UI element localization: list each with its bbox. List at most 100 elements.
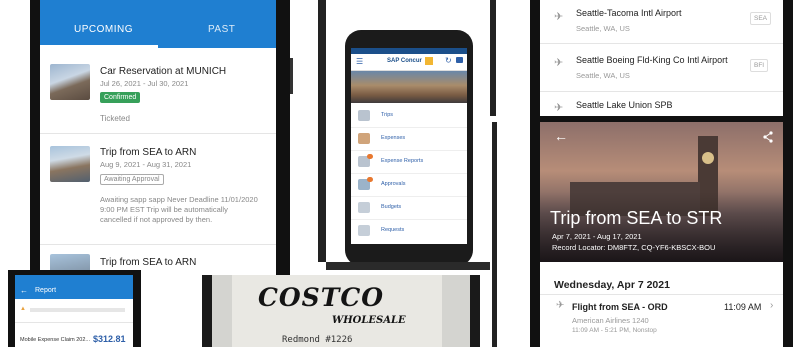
status-badge-confirmed: Confirmed — [100, 92, 141, 103]
trip-dates: Aug 9, 2021 - Aug 31, 2021 — [100, 160, 192, 169]
photo-shadow — [326, 262, 490, 270]
menu-label: Budgets — [381, 204, 402, 210]
trip-thumbnail — [50, 254, 90, 270]
trip-thumbnail-stockholm — [50, 146, 90, 182]
plane-icon: ✈ — [554, 11, 564, 23]
concur-header: ☰ SAP Concur ↻ — [351, 54, 467, 71]
phone-bezel-detail-left — [530, 0, 540, 347]
menu-item-budgets[interactable]: Budgets — [351, 197, 467, 219]
trips-icon — [358, 110, 370, 121]
flight-window: 11:09 AM - 5:21 PM, Nonstop — [572, 327, 657, 334]
airport-name: Seattle Lake Union SPB — [576, 100, 673, 110]
phone-frame-right — [470, 275, 480, 347]
brand-logo-icon — [425, 57, 433, 65]
trip-card-sea-arn[interactable]: Trip from SEA to ARN Aug 9, 2021 - Aug 3… — [40, 140, 276, 240]
chat-icon[interactable] — [456, 57, 463, 63]
divider — [540, 43, 783, 44]
menu-label: Expenses — [381, 135, 406, 141]
phone-bezel-report-left — [8, 270, 15, 347]
back-arrow-icon[interactable]: ← — [554, 128, 568, 144]
trips-tab-bar: UPCOMING PAST — [40, 0, 276, 48]
back-arrow-icon[interactable]: ← — [20, 286, 28, 295]
requests-icon — [358, 225, 370, 236]
record-locator: Record Locator: DM8FTZ, CQ-YF6-KBSCX-BOU — [552, 243, 716, 252]
plane-icon: ✈ — [554, 102, 564, 114]
store-location: Redmond #1226 — [282, 335, 353, 345]
menu-item-expense-reports[interactable]: Expense Reports — [351, 151, 467, 173]
itinerary-list: Wednesday, Apr 7 2021 ✈ Flight from SEA … — [540, 262, 783, 347]
divider — [40, 133, 276, 134]
airport-option-bfi[interactable]: ✈ Seattle Boeing Fld-King Co Intl Airpor… — [540, 46, 783, 86]
phone-bezel-trips-right — [276, 0, 290, 275]
notification-dot — [367, 154, 373, 159]
menu-label: Expense Reports — [381, 158, 424, 164]
airport-location: Seattle, WA, US — [576, 24, 630, 33]
divider — [540, 294, 783, 295]
day-heading: Wednesday, Apr 7 2021 — [554, 279, 670, 291]
trip-status: Ticketed — [100, 114, 130, 123]
airport-name: Seattle Boeing Fld-King Co Intl Airport — [576, 55, 728, 65]
trip-title: Trip from SEA to ARN — [100, 257, 197, 268]
airport-option-sea[interactable]: ✈ Seattle-Tacoma Intl Airport Seattle, W… — [540, 0, 783, 40]
menu-item-requests[interactable]: Requests — [351, 220, 467, 242]
trip-title: Trip from SEA to ARN — [100, 147, 197, 158]
flight-time: 11:09 AM — [724, 302, 762, 312]
report-screen: ← Report ▲ Mobile Expense Claim 202... $… — [15, 275, 133, 347]
refresh-icon[interactable]: ↻ — [445, 56, 452, 65]
airport-option-lake-union[interactable]: ✈ Seattle Lake Union SPB — [540, 94, 783, 116]
phone-bezel-report-right — [133, 270, 141, 347]
costco-receipt-photo: COSTCO WHOLESALE Redmond #1226 — [202, 275, 480, 347]
status-badge-awaiting: Awaiting Approval — [100, 174, 164, 185]
trip-card-munich[interactable]: Car Reservation at MUNICH Jul 26, 2021 -… — [40, 56, 276, 136]
report-amount: $312.81 — [93, 334, 126, 344]
tab-past[interactable]: PAST — [208, 24, 235, 35]
flight-title: Flight from SEA - ORD — [572, 302, 668, 312]
menu-item-expenses[interactable]: Expenses — [351, 128, 467, 150]
phone-side-button — [290, 58, 293, 94]
trip-card-sea-arn-2[interactable]: Trip from SEA to ARN — [40, 248, 276, 270]
costco-logo: COSTCO — [258, 283, 385, 312]
divider — [540, 91, 783, 92]
tab-upcoming[interactable]: UPCOMING — [74, 24, 133, 35]
app-brand: SAP Concur — [387, 58, 422, 64]
costco-logo-sub: WHOLESALE — [332, 315, 406, 326]
photo-frame-right-lower — [492, 122, 497, 347]
photo-frame-right — [490, 0, 496, 116]
airport-name: Seattle-Tacoma Intl Airport — [576, 8, 682, 18]
photo-frame-left — [318, 0, 326, 262]
report-title: Report — [35, 287, 57, 294]
phone-bezel-trips-left — [30, 0, 40, 275]
warning-bar — [30, 308, 125, 312]
budgets-icon — [358, 202, 370, 213]
trips-screen: UPCOMING PAST Car Reservation at MUNICH … — [40, 0, 276, 270]
menu-item-trips[interactable]: Trips — [351, 105, 467, 127]
airport-search-results: ✈ Seattle-Tacoma Intl Airport Seattle, W… — [540, 0, 783, 116]
airport-location: Seattle, WA, US — [576, 71, 630, 80]
active-tab-indicator — [40, 45, 158, 48]
menu-label: Approvals — [381, 181, 406, 187]
trip-dates: Jul 26, 2021 - Jul 30, 2021 — [100, 79, 189, 88]
warning-icon: ▲ — [20, 306, 26, 312]
chevron-right-icon: › — [770, 300, 774, 311]
menu-icon[interactable]: ☰ — [356, 57, 363, 66]
concur-home-screen: ☰ SAP Concur ↻ Trips Expenses Expense Re… — [351, 48, 467, 244]
notification-dot — [367, 177, 373, 182]
menu-label: Trips — [381, 112, 394, 118]
phone-bezel-detail-right — [783, 0, 793, 347]
report-claim-name[interactable]: Mobile Expense Claim 202... — [20, 337, 90, 343]
trip-detail-title: Trip from SEA to STR — [550, 208, 723, 228]
report-header: ← Report — [15, 275, 133, 299]
flight-segment[interactable]: ✈ Flight from SEA - ORD 11:09 AM › Ameri… — [540, 296, 783, 346]
menu-item-approvals[interactable]: Approvals — [351, 174, 467, 196]
flight-airline: American Airlines 1240 — [572, 316, 649, 325]
trip-title: Car Reservation at MUNICH — [100, 66, 227, 77]
divider — [40, 244, 276, 245]
plane-icon: ✈ — [556, 300, 565, 311]
plane-icon: ✈ — [554, 57, 564, 69]
trip-detail-dates: Apr 7, 2021 - Aug 17, 2021 — [552, 232, 642, 241]
menu-label: Requests — [381, 227, 405, 233]
airport-code: SEA — [750, 12, 772, 25]
trip-thumbnail-munich — [50, 64, 90, 100]
trip-approval-note: Awaiting sapp sapp Never Deadline 11/01/… — [100, 195, 258, 224]
share-icon[interactable] — [762, 131, 774, 143]
